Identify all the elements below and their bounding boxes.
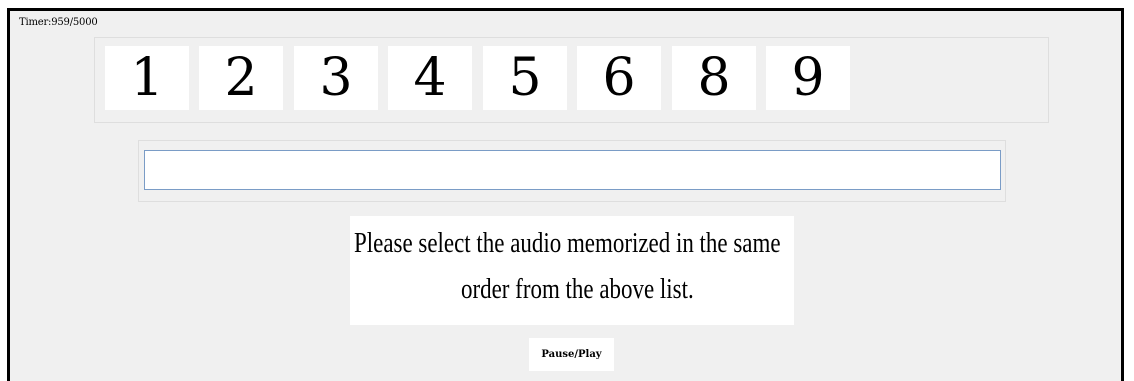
instruction-box: Please select the audio memorized in the…: [350, 216, 794, 325]
digit-option[interactable]: 8: [672, 46, 756, 110]
app-frame: Timer:959/5000 1 2 3 4 5 6 8 9 Please se…: [7, 8, 1124, 381]
digit-option[interactable]: 5: [483, 46, 567, 110]
answer-panel: [138, 140, 1006, 202]
pause-play-button[interactable]: Pause/Play: [529, 338, 614, 371]
digit-option[interactable]: 2: [199, 46, 283, 110]
instruction-line-2: order from the above list.: [461, 274, 694, 305]
digit-option[interactable]: 9: [766, 46, 850, 110]
timer-label: Timer:959/5000: [19, 17, 98, 28]
digit-option[interactable]: 3: [294, 46, 378, 110]
answer-input[interactable]: [144, 150, 1001, 190]
digit-option[interactable]: 6: [577, 46, 661, 110]
digit-option[interactable]: 1: [105, 46, 189, 110]
digit-option[interactable]: 4: [388, 46, 472, 110]
instruction-line-1: Please select the audio memorized in the…: [354, 228, 781, 259]
digit-options-panel: 1 2 3 4 5 6 8 9: [94, 37, 1049, 123]
